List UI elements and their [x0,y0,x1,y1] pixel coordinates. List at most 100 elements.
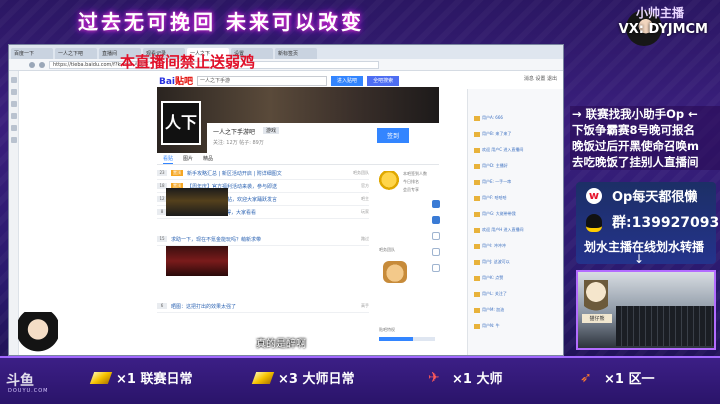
back-to-top-icon[interactable] [432,264,440,272]
chat-text: 用户A: 666 [482,115,503,120]
forum-avatar: 人下 [161,101,201,145]
rail-icon[interactable] [11,101,17,107]
thread-title[interactable]: 新手攻略汇总 | 新区活动开启 | 附详细图文 [187,170,282,177]
figurine-tag: 猫仔熊 [582,314,612,323]
thread-row[interactable]: 6 晒图：这把打出的效果太强了 高手 [157,300,369,313]
search-input[interactable]: 一人之下手游 [197,75,328,86]
thread-author[interactable]: 吧务团队 [353,170,369,176]
post-image[interactable] [166,188,228,216]
thread-author[interactable]: 官方 [361,183,369,189]
chat-message: 用户D: 主播好 [474,163,508,169]
thread-author[interactable]: 路过 [361,236,369,242]
back-icon[interactable] [29,61,35,68]
chat-message: 用户E: 一手一串 [474,179,511,185]
character-illustration [18,312,58,370]
tab-threads[interactable]: 看贴 [163,155,174,164]
forum-name: 一人之下手游吧 [213,129,256,136]
chat-text: 用户D: 主播好 [482,163,508,168]
rail-icon[interactable] [11,125,17,131]
keyboard-image [616,306,714,346]
post-image[interactable] [166,246,228,276]
thread-title[interactable]: 求助一下，现在不氪金能玩吗？萌新求带 [171,236,261,243]
thread-row[interactable]: 15 求助一下，现在不氪金能玩吗？萌新求带 路过 [157,233,369,246]
promo-line: 晚饭过后开黑使命召唤m [572,139,699,153]
browser-tab[interactable]: 百度一下 [11,48,53,59]
chat-text: 用户I: 冲冲冲 [482,243,506,248]
sign-progress-fill [379,337,413,341]
rail-icon[interactable] [11,113,17,119]
browser-tab[interactable]: 新标签页 [275,48,317,59]
chat-text: 用户J: 这波可以 [482,259,510,264]
chat-message: 用户N: 牛 [474,323,500,329]
chat-message: 用户B: 来了来了 [474,131,511,137]
promo-panel: → 联赛找我小助手Op ← 下饭争霸赛8号晚可报名 晚饭过后开黑使命召唤m 去吃… [570,106,720,170]
chat-message: 用户G: 大佬带带我 [474,211,516,217]
mission-item: ×3 大师日常 [251,368,355,387]
sidebar-line[interactable]: 会员专享 [403,187,419,193]
thread-author[interactable]: 吧主 [361,196,369,202]
baidu-logo[interactable]: Bai贴吧 [159,74,193,87]
level-badge-icon [474,259,480,265]
browser-tab-bar: 百度一下 一人之下吧 直播间 观看记录 一人之下 设置 新标签页 [9,45,563,59]
rail-icon[interactable] [11,77,17,83]
reply-count: 15 [157,236,167,242]
chat-message: 用户F: 哈哈哈 [474,195,507,201]
gold-bar-icon [251,371,275,384]
sidebar-line: 今日排名 [403,179,419,184]
douyu-domain: DOUYU.COM [8,388,49,394]
sidebar-line[interactable]: 吧务团队 [379,247,395,253]
trophy-icon [379,171,399,193]
rail-icon[interactable] [11,89,17,95]
rail-icon[interactable] [11,137,17,143]
tab-images[interactable]: 图片 [183,155,193,164]
chat-text: 用户K: 点赞 [482,275,504,280]
qq-icon [586,214,602,232]
no-weak-chicken-notice: 本直播间禁止送弱鸡 [120,53,256,71]
mission-item: ×1 联赛日常 [89,368,193,387]
mission-label: ×1 联赛日常 [116,372,193,387]
chat-message: 欢迎 用户H 进入直播间 [474,227,524,233]
tab-featured[interactable]: 精品 [203,155,213,164]
level-badge-icon [474,163,480,169]
forum-sidebar: 本吧签到人数 今日排名 会员专享 吧务团队 贴吧特权 [375,167,439,355]
forum-meta: 关注: 12万 帖子: 89万 [213,140,264,146]
thread-row[interactable]: 23 置顶 新手攻略汇总 | 新区活动开启 | 附详细图文 吧务团队 [157,167,369,180]
chat-text: 欢迎 用户C 进入直播间 [482,147,524,152]
sign-in-button[interactable]: 签到 [376,128,409,143]
reply-count: 23 [157,170,167,176]
chat-message: 用户L: 关注了 [474,291,507,297]
chat-text: 用户M: 加油 [482,307,505,312]
chat-message: 用户J: 这波可以 [474,259,510,265]
browser-tab[interactable]: 一人之下吧 [55,48,97,59]
brand-title: 小帅主播 [635,6,684,20]
thread-title[interactable]: 晒图：这把打出的效果太强了 [171,303,236,310]
feedback-icon[interactable] [432,248,440,256]
enter-forum-button[interactable]: 进入贴吧 [331,75,364,86]
down-arrow-icon: ↓ [634,252,645,266]
promo-line: 下饭争霸赛8号晚可报名 [572,123,696,137]
forum-tag: 游戏 [263,127,280,134]
sidebar-line[interactable]: 贴吧特权 [379,327,395,333]
airplane-icon: ✈ [428,369,440,386]
forward-icon[interactable] [39,61,45,68]
level-badge-icon [474,115,480,121]
refresh-icon[interactable] [432,232,440,240]
pinned-badge: 置顶 [171,170,183,176]
top-right-links[interactable]: 消息 设置 退出 [524,75,557,82]
tieba-search-bar: Bai贴吧 一人之下手游 进入贴吧 全吧搜索 [159,74,400,87]
promo-line: 去吃晚饭了挂别人直播间 [572,155,699,169]
share-icon[interactable] [432,216,440,224]
level-badge-icon [474,195,480,201]
thread-author[interactable]: 玩家 [361,209,369,215]
thread-author[interactable]: 高手 [361,303,369,309]
mission-label: ×3 大师日常 [278,372,355,387]
mission-label: ×1 区一 [604,372,655,387]
mission-label: ×1 大师 [452,372,503,387]
chat-text: 用户N: 牛 [482,323,500,328]
level-badge-icon [474,227,480,233]
level-badge-icon [474,147,480,153]
edit-icon[interactable] [432,200,440,208]
global-search-button[interactable]: 全吧搜索 [367,75,400,86]
reply-count: 6 [157,303,167,309]
chat-message: 用户K: 点赞 [474,275,503,281]
